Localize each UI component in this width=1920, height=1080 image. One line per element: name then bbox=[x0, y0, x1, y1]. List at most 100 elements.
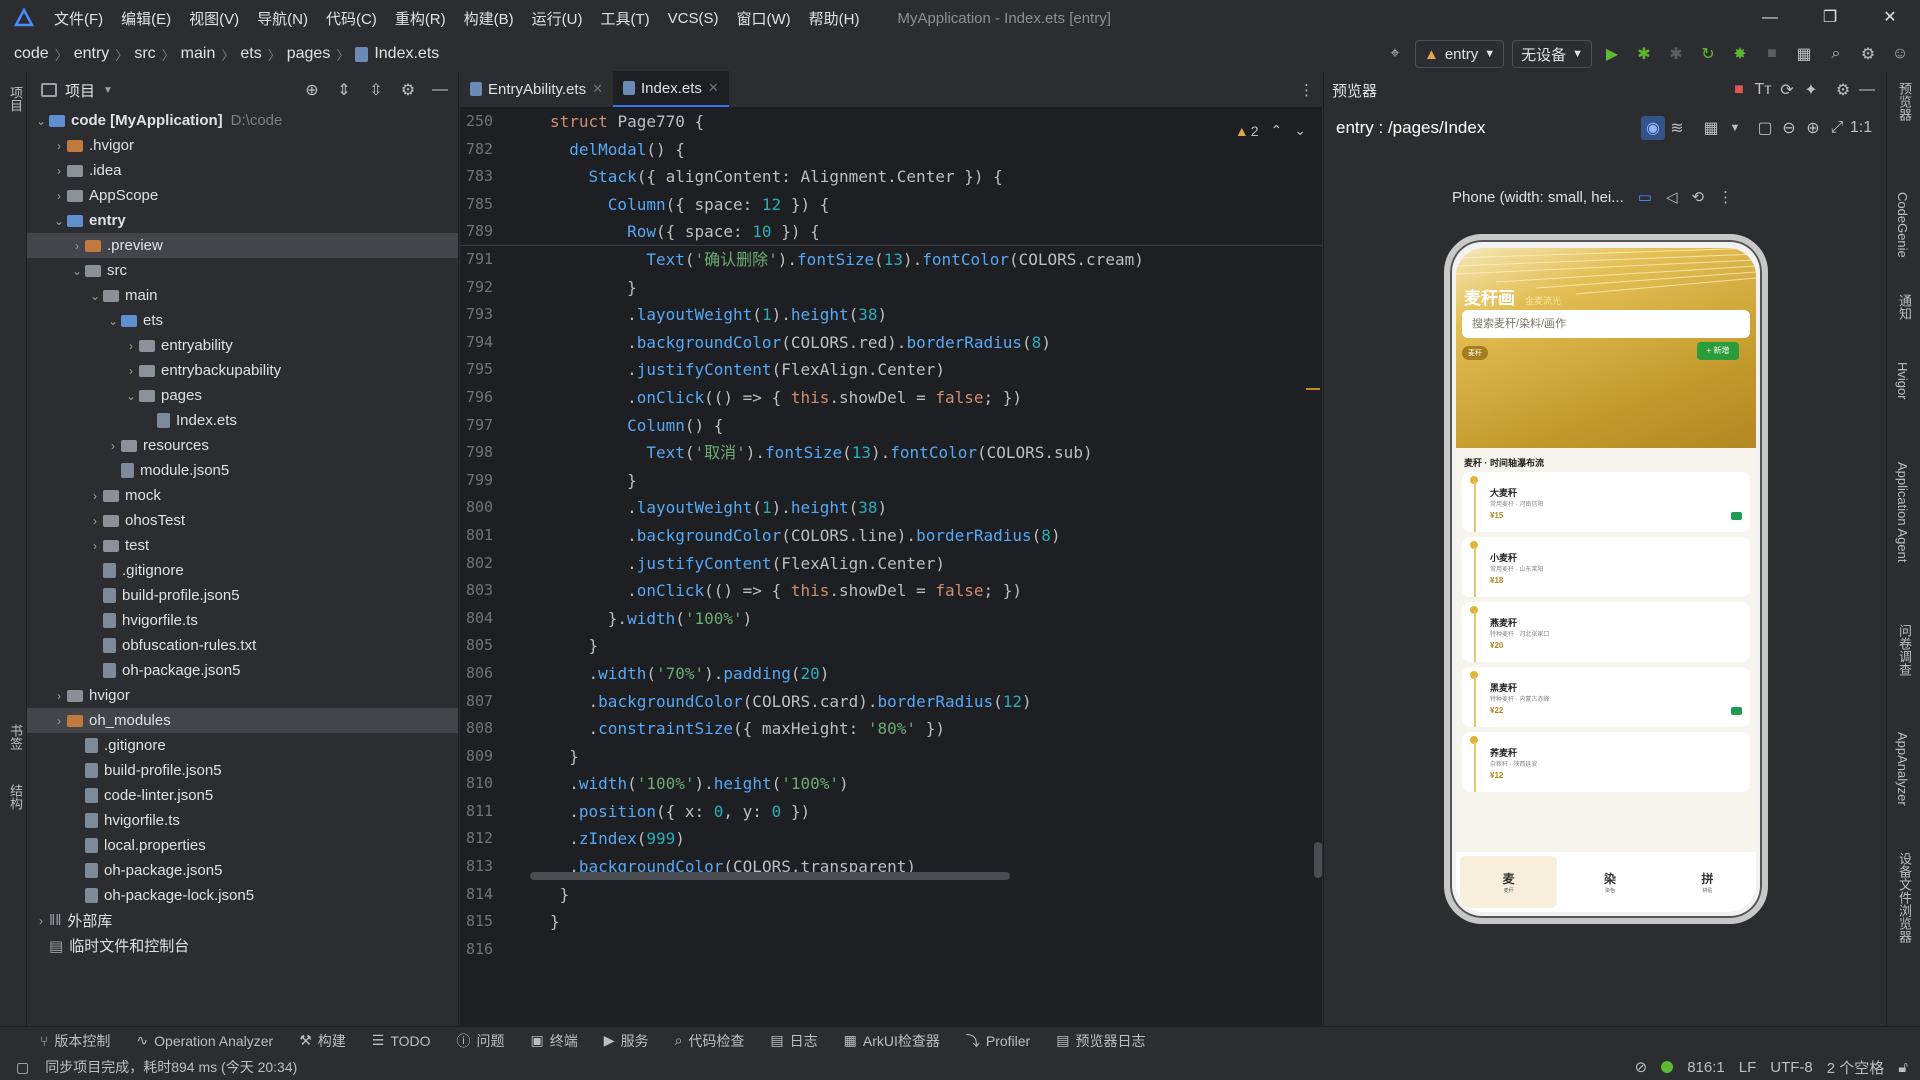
bottom-tool-button[interactable]: ⑂ 版本控制 bbox=[40, 1031, 110, 1051]
expand-all-icon[interactable]: ⇕ bbox=[332, 78, 356, 102]
tree-item[interactable]: ⌄ entry bbox=[27, 208, 458, 233]
close-tab-icon[interactable]: ✕ bbox=[708, 80, 719, 96]
horizontal-scrollbar[interactable] bbox=[530, 872, 1010, 880]
bottom-tool-button[interactable]: ▤ 预览器日志 bbox=[1056, 1031, 1145, 1051]
grid-icon[interactable]: ▦ bbox=[1699, 116, 1723, 140]
editor-tab[interactable]: EntryAbility.ets ✕ bbox=[460, 71, 613, 107]
collapse-all-icon[interactable]: ⇳ bbox=[364, 78, 388, 102]
tree-item[interactable]: Index.ets bbox=[27, 408, 458, 433]
material-card[interactable]: 小麦秆 常用麦秆 · 山东莱阳 ¥18 bbox=[1462, 537, 1750, 597]
tree-item[interactable]: › .hvigor bbox=[27, 133, 458, 158]
breadcrumb-item[interactable]: src bbox=[134, 45, 155, 63]
hide-panel-icon[interactable]: — bbox=[428, 78, 452, 102]
bottom-tool-button[interactable]: ⌕ 代码检查 bbox=[675, 1031, 745, 1051]
code-line[interactable]: .layoutWeight(1).height(38) bbox=[550, 301, 1320, 329]
tree-item[interactable]: › test bbox=[27, 533, 458, 558]
chevron-down-icon[interactable]: ⌄ bbox=[33, 114, 49, 128]
device-icon[interactable]: ▭ bbox=[1638, 188, 1652, 206]
code-line[interactable]: struct Page770 { bbox=[550, 108, 1150, 136]
chevron-right-icon[interactable]: › bbox=[51, 189, 67, 203]
tree-item[interactable]: › hvigor bbox=[27, 683, 458, 708]
tree-item[interactable]: › .idea bbox=[27, 158, 458, 183]
chevron-down-icon[interactable]: ▼ bbox=[103, 85, 113, 96]
tree-item[interactable]: obfuscation-rules.txt bbox=[27, 633, 458, 658]
original-size-icon[interactable]: ⤢ bbox=[1825, 116, 1849, 140]
code-line[interactable]: .backgroundColor(COLORS.line).borderRadi… bbox=[550, 522, 1320, 550]
menu-item[interactable]: 窗口(W) bbox=[736, 8, 790, 29]
tree-item[interactable]: oh-package-lock.json5 bbox=[27, 883, 458, 908]
tree-item[interactable]: code-linter.json5 bbox=[27, 783, 458, 808]
run-icon[interactable]: ▶ bbox=[1600, 42, 1624, 66]
run-config-select[interactable]: ▲ entry ▼ bbox=[1414, 40, 1505, 68]
bottom-tool-button[interactable]: ▦ ArkUI检查器 bbox=[844, 1031, 940, 1051]
chevron-up-icon[interactable]: ⌃ bbox=[1271, 122, 1283, 139]
menu-item[interactable]: 构建(B) bbox=[464, 8, 514, 29]
app-tab[interactable]: 麦麦秆 bbox=[1460, 856, 1558, 908]
warning-icon[interactable]: ▲ bbox=[1235, 123, 1249, 139]
font-size-icon[interactable]: Tт bbox=[1751, 78, 1775, 102]
tree-item[interactable]: ⌄ src bbox=[27, 258, 458, 283]
locate-file-icon[interactable]: ⊕ bbox=[300, 78, 324, 102]
tree-item[interactable]: oh-package.json5 bbox=[27, 858, 458, 883]
tree-item[interactable]: oh-package.json5 bbox=[27, 658, 458, 683]
chevron-right-icon[interactable]: › bbox=[123, 339, 139, 353]
layers-icon[interactable]: ≋ bbox=[1665, 116, 1689, 140]
menu-item[interactable]: 文件(F) bbox=[54, 8, 103, 29]
menu-item[interactable]: 视图(V) bbox=[189, 8, 239, 29]
code-line[interactable]: } bbox=[550, 881, 1320, 909]
breadcrumb-item[interactable]: pages bbox=[287, 45, 331, 63]
tree-item[interactable]: › entryability bbox=[27, 333, 458, 358]
vertical-scrollbar[interactable] bbox=[1314, 842, 1322, 878]
material-card[interactable]: 黑麦秆 特种麦秆 · 内蒙古赤峰 ¥22 bbox=[1462, 667, 1750, 727]
tree-item[interactable]: ⌄ pages bbox=[27, 383, 458, 408]
tree-item[interactable]: › ohosTest bbox=[27, 508, 458, 533]
more-tabs-icon[interactable]: ⋮ bbox=[1299, 81, 1314, 99]
file-encoding[interactable]: UTF-8 bbox=[1770, 1059, 1813, 1076]
chevron-down-icon[interactable]: ⌄ bbox=[105, 314, 121, 328]
bottom-tool-button[interactable]: ▶ 服务 bbox=[604, 1031, 649, 1051]
tree-item[interactable]: module.json5 bbox=[27, 458, 458, 483]
chevron-right-icon[interactable]: › bbox=[69, 239, 85, 253]
line-separator[interactable]: LF bbox=[1739, 1059, 1757, 1076]
right-tool-button[interactable]: 通知 bbox=[1895, 294, 1914, 320]
right-tool-button[interactable]: CodeGenie bbox=[1895, 192, 1910, 258]
breadcrumb-item[interactable]: ets bbox=[240, 45, 261, 63]
chevron-down-icon[interactable]: ⌄ bbox=[123, 389, 139, 403]
indent-setting[interactable]: 2 个空格 bbox=[1827, 1057, 1885, 1078]
close-tab-icon[interactable]: ✕ bbox=[592, 81, 603, 97]
editor-tab[interactable]: Index.ets ✕ bbox=[613, 71, 729, 107]
code-line[interactable]: .position({ x: 0, y: 0 }) bbox=[550, 798, 1320, 826]
chevron-right-icon[interactable]: › bbox=[105, 439, 121, 453]
rotate-icon[interactable]: ⟲ bbox=[1691, 188, 1704, 206]
code-line[interactable]: } bbox=[550, 908, 1320, 936]
code-line[interactable]: .onClick(() => { this.showDel = false; }… bbox=[550, 577, 1320, 605]
breadcrumb-item[interactable]: entry bbox=[74, 45, 110, 63]
bottom-tool-button[interactable]: ⤵ Profiler bbox=[966, 1031, 1030, 1051]
chevron-right-icon[interactable]: › bbox=[87, 539, 103, 553]
device-manager-icon[interactable]: ▦ bbox=[1792, 42, 1816, 66]
code-line[interactable]: Text('确认删除').fontSize(13).fontColor(COLO… bbox=[550, 246, 1320, 274]
tree-item[interactable]: local.properties bbox=[27, 833, 458, 858]
bottom-tool-button[interactable]: ☰ TODO bbox=[372, 1032, 431, 1049]
right-tool-button[interactable]: 设备文件浏览器 bbox=[1895, 852, 1914, 943]
chevron-down-icon[interactable]: ⌄ bbox=[1294, 122, 1306, 139]
tree-item[interactable]: ⌄ main bbox=[27, 283, 458, 308]
minimize-icon[interactable]: — bbox=[1740, 0, 1800, 36]
chevron-right-icon[interactable]: › bbox=[87, 514, 103, 528]
right-tool-button[interactable]: AppAnalyzer bbox=[1895, 732, 1910, 806]
profile-icon[interactable]: ✸ bbox=[1728, 42, 1752, 66]
material-card[interactable]: 燕麦秆 特种麦秆 · 河北张家口 ¥20 bbox=[1462, 602, 1750, 662]
stop-preview-icon[interactable]: ■ bbox=[1727, 78, 1751, 102]
code-line[interactable]: Column() { bbox=[550, 412, 1320, 440]
tree-item[interactable]: .gitignore bbox=[27, 558, 458, 583]
code-line[interactable]: .zIndex(999) bbox=[550, 825, 1320, 853]
add-button[interactable]: + 新增 bbox=[1697, 342, 1739, 360]
material-card[interactable]: 荞麦秆 杂粮秆 · 陕西延安 ¥12 bbox=[1462, 732, 1750, 792]
breadcrumb-item[interactable]: code bbox=[14, 45, 49, 63]
menu-item[interactable]: 工具(T) bbox=[600, 8, 649, 29]
right-tool-button[interactable]: Application Agent bbox=[1895, 462, 1910, 562]
stop-icon[interactable]: ■ bbox=[1760, 42, 1784, 66]
bottom-tool-button[interactable]: ▣ 终端 bbox=[531, 1031, 578, 1051]
rerun-icon[interactable]: ↻ bbox=[1696, 42, 1720, 66]
chevron-right-icon[interactable]: › bbox=[123, 364, 139, 378]
